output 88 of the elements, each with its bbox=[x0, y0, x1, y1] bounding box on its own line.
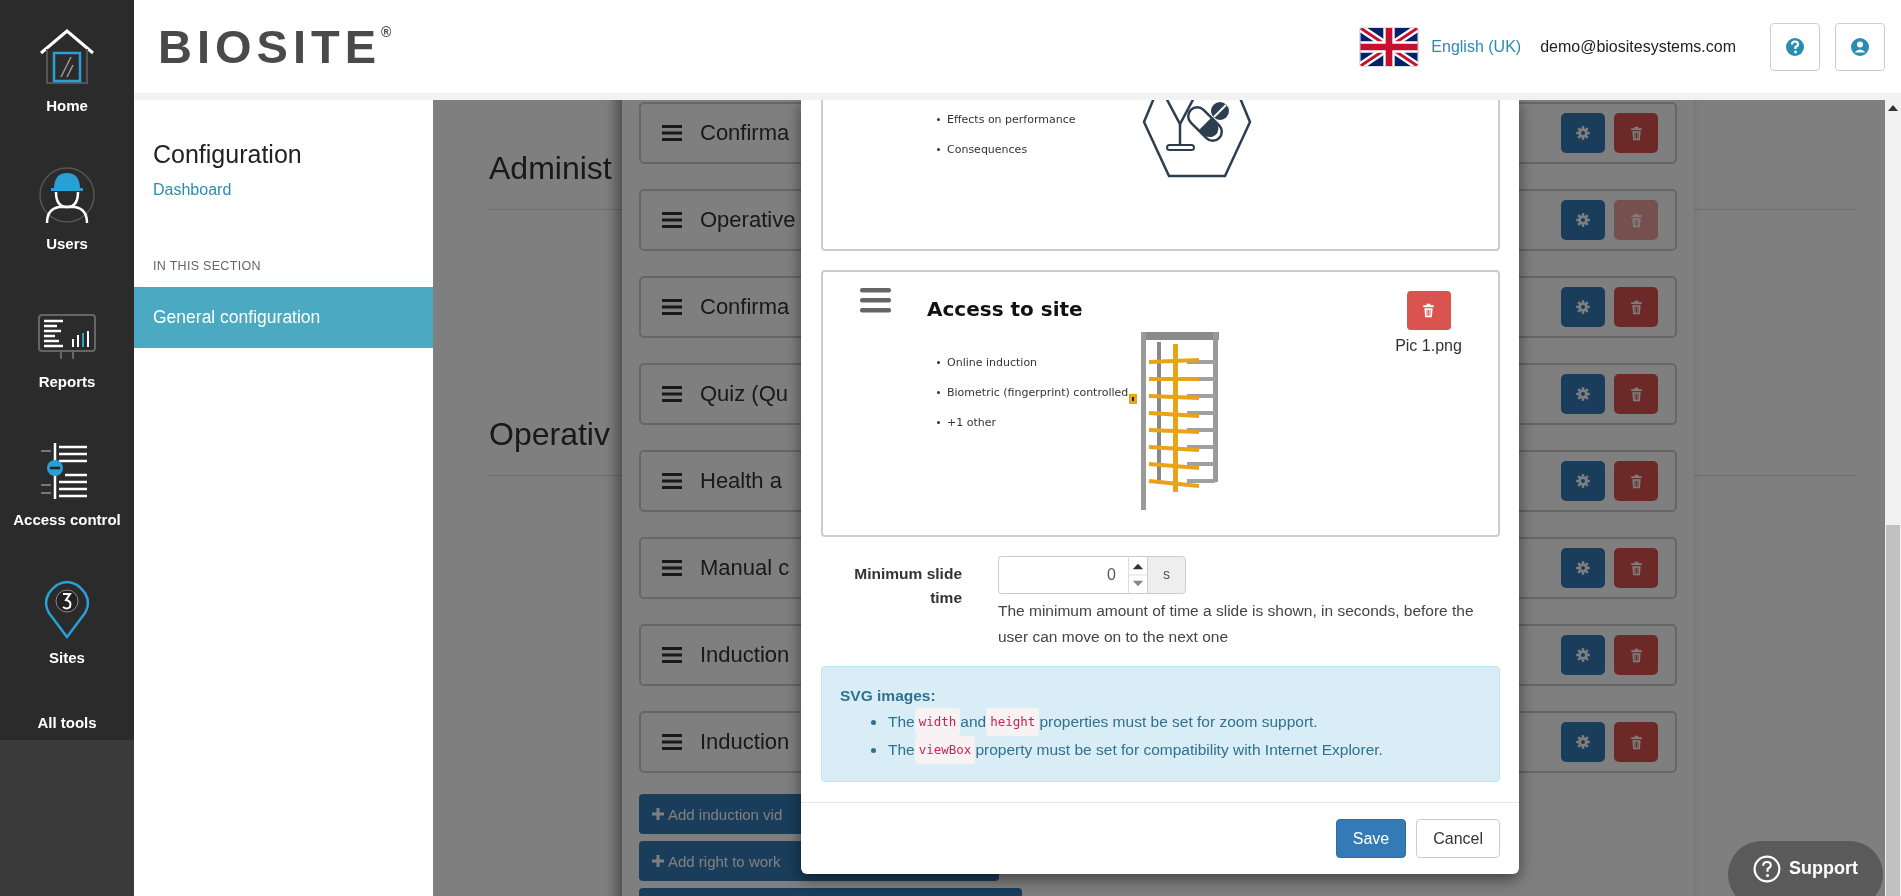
number-field[interactable]: 0 bbox=[998, 556, 1128, 594]
field-label: Minimum slide time bbox=[853, 564, 962, 608]
row-title: Induction bbox=[700, 729, 790, 755]
settings-icon bbox=[1575, 386, 1591, 402]
account-button[interactable] bbox=[1835, 22, 1885, 71]
logo: BIOSITE$^{®}$ bbox=[158, 19, 392, 74]
language-link[interactable]: English (UK) bbox=[1431, 37, 1522, 56]
settings-icon bbox=[1575, 473, 1591, 489]
drag-handle-icon[interactable] bbox=[860, 288, 891, 313]
worker-icon bbox=[37, 165, 97, 225]
drag-handle-icon[interactable] bbox=[662, 125, 682, 141]
flag-icon[interactable] bbox=[1359, 26, 1420, 67]
drag-handle-icon[interactable] bbox=[662, 647, 682, 663]
info-title: SVG images: bbox=[840, 687, 937, 705]
user-email: demo@biositesystems.com bbox=[1540, 37, 1736, 56]
help-button[interactable] bbox=[1770, 22, 1820, 71]
settings-icon bbox=[1575, 299, 1591, 315]
settings-button[interactable] bbox=[1561, 548, 1605, 588]
settings-button[interactable] bbox=[1561, 287, 1605, 327]
drag-handle-icon[interactable] bbox=[662, 299, 682, 315]
drag-handle-icon[interactable] bbox=[662, 473, 682, 489]
row-title: Operative bbox=[700, 207, 796, 233]
drag-handle-icon[interactable] bbox=[662, 560, 682, 576]
delete-button[interactable] bbox=[1614, 635, 1658, 675]
help-icon bbox=[1785, 36, 1805, 57]
help-text: The minimum amount of time a slide is shown, in seconds, before the user can move on to the next one bbox=[998, 601, 1475, 647]
settings-icon bbox=[1575, 560, 1591, 576]
dashboard-link[interactable]: Dashboard bbox=[134, 181, 433, 199]
nav-link[interactable]: Home bbox=[46, 97, 88, 114]
settings-icon bbox=[1575, 125, 1591, 141]
row-title: Manual c bbox=[700, 555, 790, 581]
delete-button[interactable] bbox=[1614, 374, 1658, 414]
help-icon bbox=[1753, 854, 1781, 883]
trash-icon bbox=[1628, 473, 1644, 489]
delete-button[interactable] bbox=[1614, 113, 1658, 153]
delete-button[interactable] bbox=[1406, 291, 1451, 330]
slide-bullet: Biometric (fingerprint) controlled bbox=[927, 377, 1129, 407]
support-button[interactable]: Support bbox=[1728, 841, 1883, 896]
section-title: Configuration bbox=[152, 140, 303, 169]
settings-button[interactable] bbox=[1561, 374, 1605, 414]
nav-link[interactable]: All tools bbox=[37, 714, 97, 731]
row-title: Confirma bbox=[700, 120, 790, 146]
save-button[interactable]: Save bbox=[1335, 819, 1407, 858]
settings-button[interactable] bbox=[1561, 113, 1605, 153]
file-name: Pic 1.png bbox=[1395, 337, 1462, 355]
row-title: Confirma bbox=[700, 294, 790, 320]
settings-button[interactable] bbox=[1561, 635, 1605, 675]
slide-bullet: Effects on performance bbox=[927, 104, 1129, 134]
delete-button[interactable] bbox=[1614, 548, 1658, 588]
nav-link[interactable]: Users bbox=[46, 235, 88, 252]
delete-button[interactable] bbox=[1614, 461, 1658, 501]
section-label: IN THIS SECTION bbox=[152, 259, 262, 273]
delete-button[interactable] bbox=[1614, 287, 1658, 327]
settings-button[interactable] bbox=[1561, 461, 1605, 501]
trash-icon bbox=[1628, 125, 1644, 141]
plus-icon bbox=[652, 808, 664, 820]
trash-icon bbox=[1421, 303, 1436, 318]
plus-icon bbox=[652, 855, 664, 867]
trash-icon bbox=[1628, 734, 1644, 750]
row-title: Induction bbox=[700, 642, 790, 668]
user-icon bbox=[1850, 36, 1870, 57]
slide-bullet: Online induction bbox=[927, 347, 1129, 377]
trash-icon bbox=[1628, 386, 1644, 402]
trash-icon bbox=[1628, 299, 1644, 315]
settings-icon bbox=[1575, 734, 1591, 750]
drag-handle-icon[interactable] bbox=[662, 212, 682, 228]
trash-icon bbox=[1628, 560, 1644, 576]
delete-button[interactable] bbox=[1614, 722, 1658, 762]
trash-icon bbox=[1628, 647, 1644, 663]
spinner-icon[interactable] bbox=[1128, 556, 1147, 594]
nav-link[interactable]: Access control bbox=[13, 511, 121, 528]
unit-label: s bbox=[1147, 556, 1186, 594]
settings-button[interactable] bbox=[1561, 200, 1605, 240]
drag-handle-icon[interactable] bbox=[662, 386, 682, 402]
drag-handle-icon[interactable] bbox=[662, 734, 682, 750]
nav-link[interactable]: Sites bbox=[49, 649, 85, 666]
settings-icon bbox=[1575, 212, 1591, 228]
slide-title: Access to site bbox=[927, 297, 1084, 321]
settings-icon bbox=[1575, 647, 1591, 663]
info-item: The width and height properties must be set for zoom support. bbox=[840, 708, 1481, 736]
scroll-up-icon[interactable] bbox=[1888, 105, 1898, 111]
cancel-button[interactable]: Cancel bbox=[1416, 819, 1500, 858]
settings-button[interactable] bbox=[1561, 722, 1605, 762]
house-icon bbox=[37, 27, 97, 87]
info-item: The viewBox property must be set for compatibility with Internet Explorer. bbox=[840, 736, 1481, 764]
nav-link[interactable]: Reports bbox=[38, 373, 96, 390]
row-title: Quiz (Qu bbox=[700, 381, 789, 407]
scrollbar[interactable] bbox=[1885, 100, 1901, 896]
